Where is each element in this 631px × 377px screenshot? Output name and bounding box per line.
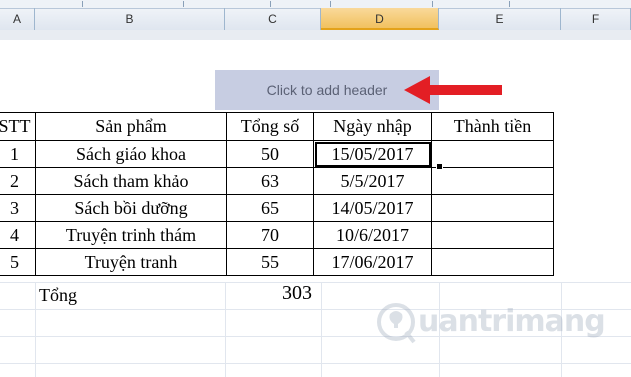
ruler-tick [509, 1, 510, 7]
cell-date[interactable]: 10/6/2017 [313, 221, 432, 249]
column-header-a[interactable]: A [0, 8, 35, 30]
cell-stt[interactable]: 1 [0, 140, 36, 168]
watermark-text: uantrimang [418, 304, 606, 339]
table-row: 4 Truyện trinh thám 70 10/6/2017 [0, 221, 554, 249]
column-header-f[interactable]: F [561, 8, 631, 30]
cell-total[interactable]: 55 [226, 248, 314, 276]
cell-amount[interactable] [431, 221, 554, 249]
gridline [35, 282, 36, 377]
column-header-b[interactable]: B [35, 8, 225, 30]
cell-date[interactable]: 17/06/2017 [313, 248, 432, 276]
cell-total[interactable]: 70 [226, 221, 314, 249]
ruler-tick [270, 1, 271, 7]
header-cell-amount[interactable]: Thành tiền [431, 112, 554, 141]
cell-amount[interactable] [431, 194, 554, 222]
table-row: 1 Sách giáo khoa 50 15/05/2017 [0, 140, 554, 168]
column-header-d[interactable]: D [321, 8, 439, 30]
gridline [0, 282, 631, 283]
ruler-tick [183, 1, 184, 7]
total-value[interactable]: 303 [282, 282, 312, 305]
product-table: STT Sản phẩm Tổng số Ngày nhập Thành tiề… [0, 112, 554, 276]
cell-date[interactable]: 14/05/2017 [313, 194, 432, 222]
watermark-logo: uantrimang [376, 302, 631, 346]
fill-handle[interactable] [436, 163, 443, 170]
header-cell-total[interactable]: Tổng số [226, 112, 314, 141]
cell-total[interactable]: 63 [226, 167, 314, 195]
column-header-bar: A B C D E F [0, 0, 631, 31]
lightbulb-q-icon [377, 303, 416, 344]
ruler-tick [330, 1, 331, 7]
cell-stt[interactable]: 5 [0, 248, 36, 276]
cell-stt[interactable]: 2 [0, 167, 36, 195]
table-row: 5 Truyện tranh 55 17/06/2017 [0, 248, 554, 276]
header-cell-date[interactable]: Ngày nhập [313, 112, 432, 141]
table-row: 3 Sách bồi dưỡng 65 14/05/2017 [0, 194, 554, 222]
cell-amount[interactable] [431, 248, 554, 276]
header-cell-product[interactable]: Sản phẩm [35, 112, 227, 141]
total-label[interactable]: Tổng [39, 285, 77, 306]
gridline [321, 282, 322, 377]
cell-total[interactable]: 50 [226, 140, 314, 168]
ruler-tick [432, 1, 433, 7]
table-header-row: STT Sản phẩm Tổng số Ngày nhập Thành tiề… [0, 112, 554, 141]
gridline [0, 363, 631, 364]
ruler-tick [82, 1, 83, 7]
cell-product[interactable]: Truyện tranh [35, 248, 227, 276]
page-margin-gap [0, 30, 631, 40]
cell-product[interactable]: Sách bồi dưỡng [35, 194, 227, 222]
cell-product[interactable]: Sách tham khảo [35, 167, 227, 195]
cell-stt[interactable]: 4 [0, 221, 36, 249]
cell-date[interactable]: 5/5/2017 [313, 167, 432, 195]
header-cell-stt[interactable]: STT [0, 112, 36, 141]
cell-product[interactable]: Sách giáo khoa [35, 140, 227, 168]
cell-amount[interactable] [431, 140, 554, 168]
cell-date-selected[interactable]: 15/05/2017 [313, 140, 432, 168]
cell-total[interactable]: 65 [226, 194, 314, 222]
cell-amount[interactable] [431, 167, 554, 195]
red-arrow-icon [404, 76, 502, 104]
column-header-e[interactable]: E [439, 8, 561, 30]
cell-stt[interactable]: 3 [0, 194, 36, 222]
gridline [225, 282, 226, 377]
table-row: 2 Sách tham khảo 63 5/5/2017 [0, 167, 554, 195]
cell-product[interactable]: Truyện trinh thám [35, 221, 227, 249]
column-header-c[interactable]: C [225, 8, 321, 30]
